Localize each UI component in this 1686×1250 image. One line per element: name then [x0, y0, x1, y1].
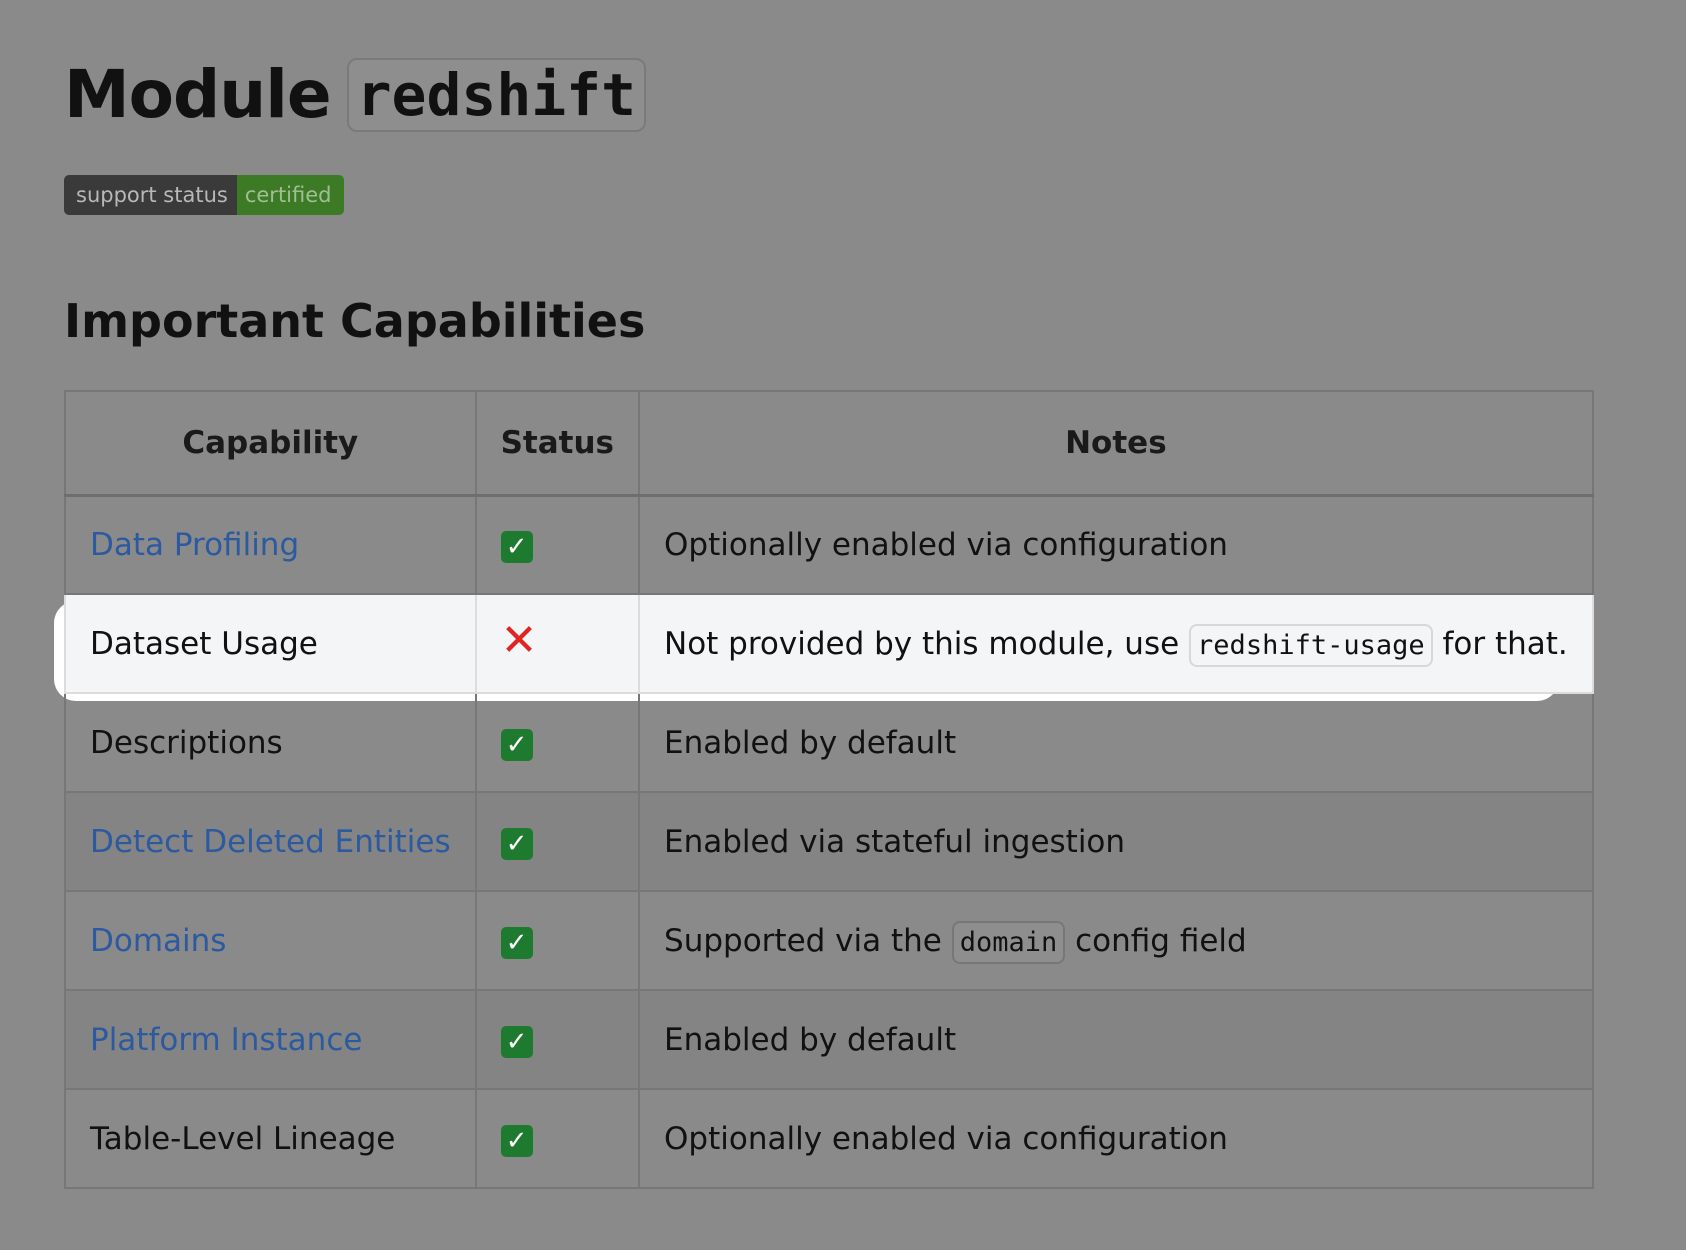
status-cell: ✓ — [474, 890, 641, 991]
page-title-prefix: Module — [64, 56, 332, 133]
status-cell: ✓ — [474, 989, 641, 1090]
table-row: Data Profiling ✓ Optionally enabled via co… — [64, 494, 1594, 595]
capability-link-platform-instance[interactable]: Platform Instance — [90, 1022, 362, 1058]
check-icon: ✓ — [500, 530, 533, 563]
notes-text: Enabled via stateful ingestion — [664, 823, 1126, 860]
notes-text-after: for that. — [1432, 625, 1568, 662]
capability-cell: Domains — [64, 890, 477, 991]
capability-link-detect-deleted-entities[interactable]: Detect Deleted Entities — [90, 824, 451, 860]
table-row: Dataset Usage ✕ Not provided by this modul… — [64, 593, 1594, 694]
check-icon: ✓ — [500, 728, 533, 761]
status-cell: ✓ — [474, 494, 641, 595]
capability-cell: Dataset Usage — [64, 593, 477, 694]
table-row: Domains ✓ Supported via the domain config … — [64, 890, 1594, 991]
capability-cell: Platform Instance — [64, 989, 477, 1090]
page-title: Module redshift — [64, 56, 646, 133]
notes-text: Enabled by default — [664, 724, 957, 761]
notes-cell: Enabled by default — [638, 989, 1594, 1090]
capability-label-table-level-lineage: Table-Level Lineage — [90, 1120, 396, 1157]
capability-cell: Table-Level Lineage — [64, 1088, 477, 1189]
notes-cell: Supported via the domain config field — [638, 890, 1594, 991]
notes-cell: Not provided by this module, use redshif… — [638, 593, 1594, 694]
support-status-badge: support status certified — [64, 175, 344, 215]
notes-cell: Optionally enabled via configuration — [638, 1088, 1594, 1189]
support-status-badge-label: support status — [64, 175, 237, 215]
table-row: Descriptions ✓ Enabled by default — [64, 692, 1594, 793]
check-icon: ✓ — [500, 926, 533, 959]
notes-cell: Optionally enabled via configuration — [638, 494, 1594, 595]
notes-text: Optionally enabled via configuration — [664, 526, 1228, 563]
notes-inline-code: domain — [951, 920, 1066, 964]
capability-link-data-profiling[interactable]: Data Profiling — [90, 527, 299, 563]
check-icon: ✓ — [500, 1124, 533, 1157]
notes-inline-code: redshift-usage — [1189, 623, 1433, 667]
check-icon: ✓ — [500, 827, 533, 860]
capability-cell: Detect Deleted Entities — [64, 791, 477, 892]
notes-text: Optionally enabled via configuration — [664, 1120, 1228, 1157]
section-title: Important Capabilities — [64, 294, 646, 348]
capability-label-dataset-usage: Dataset Usage — [90, 625, 318, 662]
capabilities-table: Capability Status Notes Data Profiling ✓ O… — [64, 390, 1594, 1189]
support-status-badge-value: certified — [236, 175, 344, 215]
status-cell: ✓ — [474, 791, 641, 892]
status-cell: ✓ — [474, 692, 641, 793]
cross-icon: ✕ — [500, 614, 538, 666]
status-cell: ✕ — [474, 593, 641, 694]
capability-cell: Descriptions — [64, 692, 477, 793]
column-header-status: Status — [474, 390, 641, 496]
page-title-code: redshift — [346, 57, 646, 132]
column-header-capability: Capability — [64, 390, 477, 496]
table-row: Detect Deleted Entities ✓ Enabled via stat… — [64, 791, 1594, 892]
table-header-row: Capability Status Notes — [64, 390, 1594, 496]
status-cell: ✓ — [474, 1088, 641, 1189]
capability-label-descriptions: Descriptions — [90, 724, 283, 761]
check-icon: ✓ — [500, 1025, 533, 1058]
notes-cell: Enabled by default — [638, 692, 1594, 793]
notes-text: Enabled by default — [664, 1021, 957, 1058]
table-row: Table-Level Lineage ✓ Optionally enabled v… — [64, 1088, 1594, 1189]
notes-text: Not provided by this module, use — [664, 625, 1190, 662]
table-row: Platform Instance ✓ Enabled by default — [64, 989, 1594, 1090]
capability-link-domains[interactable]: Domains — [90, 923, 226, 959]
column-header-notes: Notes — [638, 390, 1594, 496]
capability-cell: Data Profiling — [64, 494, 477, 595]
capabilities-table-body: Data Profiling ✓ Optionally enabled via co… — [64, 494, 1594, 1189]
notes-text: Supported via the — [664, 922, 952, 959]
notes-cell: Enabled via stateful ingestion — [638, 791, 1594, 892]
notes-text-after: config field — [1065, 922, 1247, 959]
